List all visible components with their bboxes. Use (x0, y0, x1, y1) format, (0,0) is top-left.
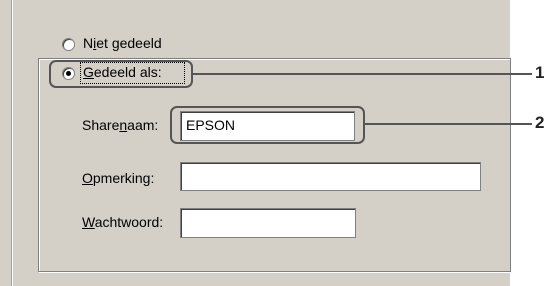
callout-1-number: 1 (535, 63, 545, 82)
not-shared-label[interactable]: Niet gedeeld (83, 35, 162, 51)
callout-1-line (191, 73, 532, 75)
panel-divider-highlight (12, 0, 13, 286)
callout-2-line (363, 123, 532, 125)
comment-label: Opmerking: (82, 170, 155, 186)
comment-input[interactable] (180, 162, 481, 191)
password-label: Wachtwoord: (82, 214, 164, 230)
callout-2-number: 2 (535, 113, 545, 132)
not-shared-radio[interactable] (62, 38, 75, 51)
share-name-label: Sharenaam: (82, 117, 159, 133)
password-input[interactable] (180, 208, 356, 238)
callout-1-box (49, 60, 193, 88)
callout-2-box (170, 106, 365, 144)
